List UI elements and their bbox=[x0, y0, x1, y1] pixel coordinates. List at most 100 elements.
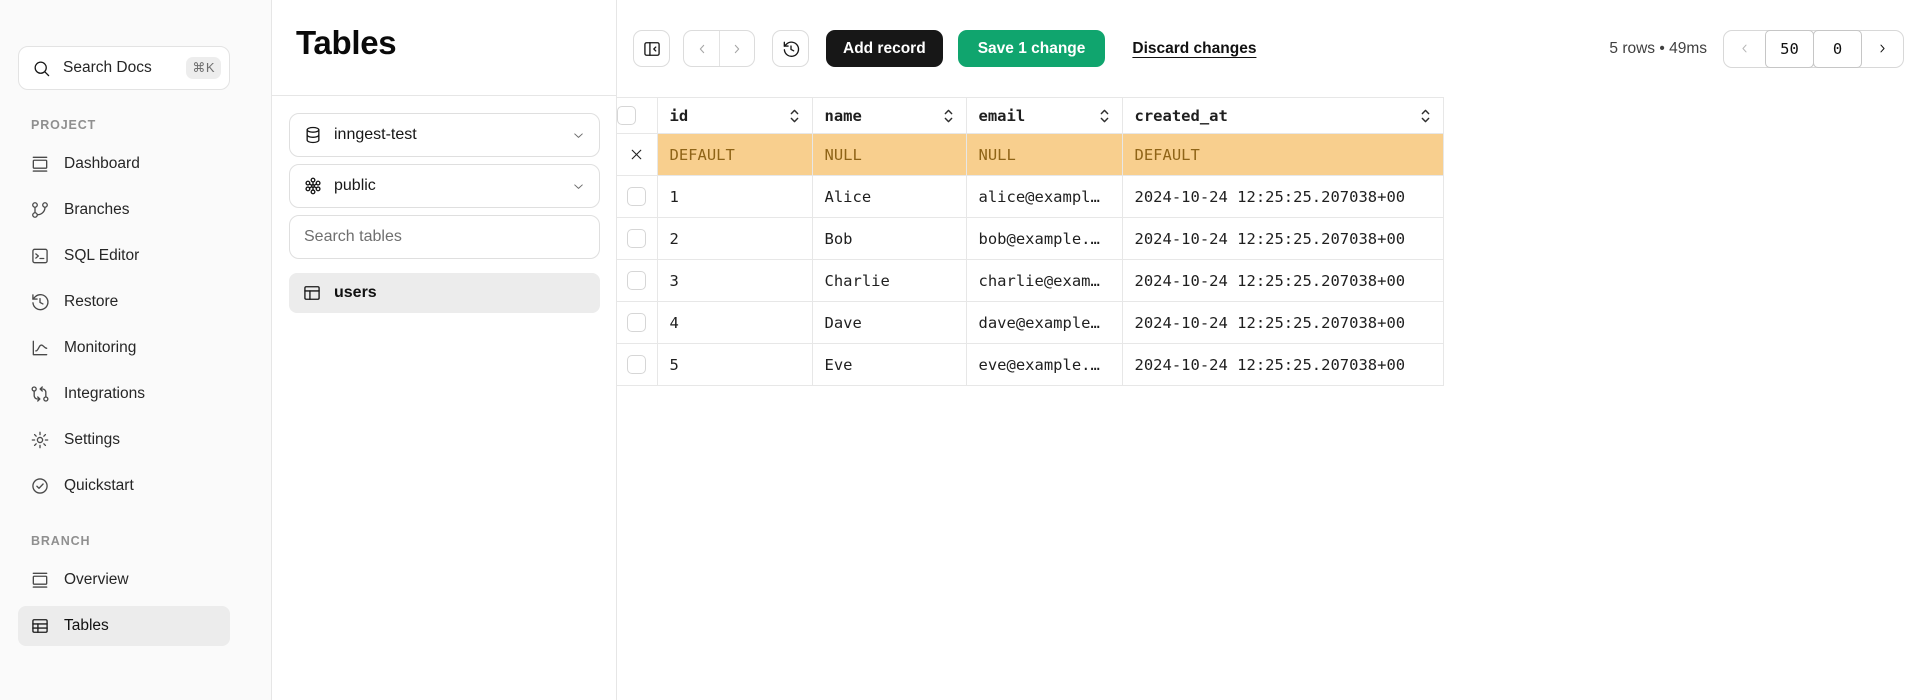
cell-id[interactable]: 3 bbox=[657, 260, 812, 302]
sidebar-item-label: Tables bbox=[64, 617, 109, 635]
chevron-right-icon bbox=[729, 41, 745, 57]
sidebar-item-monitoring[interactable]: Monitoring bbox=[18, 328, 230, 368]
search-shortcut-badge: ⌘K bbox=[186, 57, 221, 79]
pagination-next-button[interactable] bbox=[1862, 41, 1903, 56]
pending-cell-email[interactable]: NULL bbox=[966, 134, 1122, 176]
sidebar-item-dashboard[interactable]: Dashboard bbox=[18, 144, 230, 184]
cell-email[interactable]: eve@example.… bbox=[966, 344, 1122, 386]
cell-id[interactable]: 4 bbox=[657, 302, 812, 344]
cell-created-at[interactable]: 2024-10-24 12:25:25.207038+00 bbox=[1122, 218, 1443, 260]
chevron-down-icon bbox=[571, 179, 586, 194]
cell-id[interactable]: 2 bbox=[657, 218, 812, 260]
row-checkbox[interactable] bbox=[627, 187, 646, 206]
row-checkbox-cell bbox=[617, 302, 657, 344]
sort-icon[interactable] bbox=[943, 107, 954, 125]
sort-icon[interactable] bbox=[1420, 107, 1431, 125]
cell-created-at[interactable]: 2024-10-24 12:25:25.207038+00 bbox=[1122, 302, 1443, 344]
app-window: Search Docs ⌘K PROJECT Dashboard Branche… bbox=[0, 0, 1920, 700]
collapse-panel-button[interactable] bbox=[633, 30, 670, 67]
close-icon bbox=[628, 146, 645, 163]
sidebar-item-restore[interactable]: Restore bbox=[18, 282, 230, 322]
quickstart-icon bbox=[30, 476, 50, 496]
cell-created-at[interactable]: 2024-10-24 12:25:25.207038+00 bbox=[1122, 260, 1443, 302]
next-page-button[interactable] bbox=[719, 31, 754, 66]
select-all-checkbox[interactable] bbox=[617, 106, 636, 125]
pending-cell-name[interactable]: NULL bbox=[812, 134, 966, 176]
pending-row-cancel-cell bbox=[617, 134, 657, 176]
chevron-down-icon bbox=[571, 128, 586, 143]
table-list-item-users[interactable]: users bbox=[289, 273, 600, 313]
sidebar-item-branches[interactable]: Branches bbox=[18, 190, 230, 230]
record-nav-segment bbox=[683, 30, 755, 67]
column-header-name[interactable]: name bbox=[812, 98, 966, 134]
save-changes-button[interactable]: Save 1 change bbox=[958, 30, 1106, 67]
row-checkbox[interactable] bbox=[627, 313, 646, 332]
previous-page-button[interactable] bbox=[684, 31, 719, 66]
toolbar-right-group: 5 rows • 49ms 50 0 bbox=[1609, 30, 1904, 68]
sidebar-item-label: Dashboard bbox=[64, 155, 140, 173]
row-checkbox[interactable] bbox=[627, 271, 646, 290]
cell-name[interactable]: Eve bbox=[812, 344, 966, 386]
row-checkbox[interactable] bbox=[627, 229, 646, 248]
add-record-button[interactable]: Add record bbox=[826, 30, 943, 67]
cell-name[interactable]: Dave bbox=[812, 302, 966, 344]
column-header-id[interactable]: id bbox=[657, 98, 812, 134]
cell-email[interactable]: charlie@exam… bbox=[966, 260, 1122, 302]
grid-toolbar: Add record Save 1 change Discard changes… bbox=[617, 0, 1920, 97]
collapse-panel-icon bbox=[642, 39, 662, 59]
sidebar-item-tables[interactable]: Tables bbox=[18, 606, 230, 646]
cell-email[interactable]: dave@example… bbox=[966, 302, 1122, 344]
section-label-branch: BRANCH bbox=[31, 534, 230, 548]
cell-email[interactable]: bob@example.… bbox=[966, 218, 1122, 260]
grid-header-row: id name email created_at bbox=[617, 98, 1443, 134]
cell-name[interactable]: Charlie bbox=[812, 260, 966, 302]
sidebar-item-integrations[interactable]: Integrations bbox=[18, 374, 230, 414]
cell-id[interactable]: 1 bbox=[657, 176, 812, 218]
branches-icon bbox=[30, 200, 50, 220]
section-label-project: PROJECT bbox=[31, 118, 230, 132]
search-tables-input[interactable] bbox=[289, 215, 600, 259]
sidebar-item-label: Settings bbox=[64, 431, 120, 449]
column-header-created-at[interactable]: created_at bbox=[1122, 98, 1443, 134]
row-checkbox-cell bbox=[617, 344, 657, 386]
pagination-prev-button[interactable] bbox=[1724, 41, 1765, 56]
history-button[interactable] bbox=[772, 30, 809, 67]
database-select[interactable]: inngest-test bbox=[289, 113, 600, 157]
discard-changes-link[interactable]: Discard changes bbox=[1132, 40, 1256, 58]
sidebar-item-label: SQL Editor bbox=[64, 247, 139, 265]
column-label: name bbox=[825, 107, 862, 125]
page-size-value[interactable]: 50 bbox=[1765, 30, 1814, 68]
cell-name[interactable]: Alice bbox=[812, 176, 966, 218]
cell-created-at[interactable]: 2024-10-24 12:25:25.207038+00 bbox=[1122, 176, 1443, 218]
schema-select[interactable]: public bbox=[289, 164, 600, 208]
data-grid: id name email created_at DEFAULT NULL NU… bbox=[617, 97, 1444, 386]
sort-icon[interactable] bbox=[789, 107, 800, 125]
sidebar-item-label: Branches bbox=[64, 201, 129, 219]
table-row: 3 Charlie charlie@exam… 2024-10-24 12:25… bbox=[617, 260, 1443, 302]
page-offset-value[interactable]: 0 bbox=[1813, 30, 1862, 68]
sort-icon[interactable] bbox=[1099, 107, 1110, 125]
column-header-email[interactable]: email bbox=[966, 98, 1122, 134]
schema-icon bbox=[303, 176, 323, 196]
schema-select-value: public bbox=[334, 177, 560, 195]
cell-created-at[interactable]: 2024-10-24 12:25:25.207038+00 bbox=[1122, 344, 1443, 386]
row-checkbox-cell bbox=[617, 218, 657, 260]
table-row: 5 Eve eve@example.… 2024-10-24 12:25:25.… bbox=[617, 344, 1443, 386]
pagination-control: 50 0 bbox=[1723, 30, 1904, 68]
search-docs-button[interactable]: Search Docs ⌘K bbox=[18, 46, 230, 90]
sidebar-item-overview[interactable]: Overview bbox=[18, 560, 230, 600]
pending-cell-id[interactable]: DEFAULT bbox=[657, 134, 812, 176]
pending-cell-created-at[interactable]: DEFAULT bbox=[1122, 134, 1443, 176]
cell-name[interactable]: Bob bbox=[812, 218, 966, 260]
project-nav: Dashboard Branches SQL Editor Restore Mo… bbox=[18, 144, 230, 506]
column-label: created_at bbox=[1135, 107, 1228, 125]
cell-id[interactable]: 5 bbox=[657, 344, 812, 386]
chevron-left-icon bbox=[1737, 41, 1752, 56]
sidebar-item-settings[interactable]: Settings bbox=[18, 420, 230, 460]
sidebar-item-quickstart[interactable]: Quickstart bbox=[18, 466, 230, 506]
row-checkbox[interactable] bbox=[627, 355, 646, 374]
cell-email[interactable]: alice@exampl… bbox=[966, 176, 1122, 218]
remove-pending-row-button[interactable] bbox=[617, 134, 657, 175]
tables-panel-body: inngest-test public users bbox=[272, 96, 616, 313]
sidebar-item-sql-editor[interactable]: SQL Editor bbox=[18, 236, 230, 276]
